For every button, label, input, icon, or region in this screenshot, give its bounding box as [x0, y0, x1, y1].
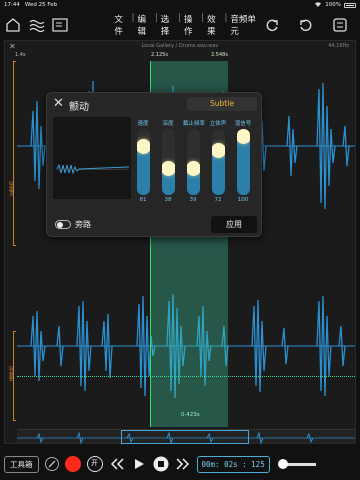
home-icon[interactable] [4, 15, 22, 35]
slider-wet[interactable]: 湿信号 100 [233, 119, 253, 203]
effect-panel: ✕ 颤动 Subtle 速度 81 深度 38 截止频率 39 立体声 72 湿… [46, 92, 262, 237]
effect-title: 颤动 [69, 102, 89, 113]
panel-toggle-icon[interactable] [52, 15, 70, 35]
file-info-bar: ✕ Local Gallery / Drums.wav.wav 44.1KHz [5, 42, 355, 51]
envelope-line [17, 376, 355, 377]
undo-icon[interactable] [296, 15, 316, 35]
menu-effects[interactable]: 效果 [204, 13, 224, 37]
bypass-toggle[interactable] [55, 220, 71, 229]
time-ruler: 1.4s 2.125s 2.548s [5, 52, 355, 60]
slider-knob[interactable] [236, 129, 250, 144]
slider-stereo[interactable]: 立体声 72 [208, 119, 228, 203]
tick-label: 1.4s [15, 52, 26, 58]
tick-label: 2.548s [211, 52, 228, 58]
slider-knob[interactable] [186, 160, 200, 176]
sample-rate: 44.1KHz [328, 43, 349, 49]
fast-forward-icon[interactable] [175, 456, 191, 472]
overview-minimap[interactable] [17, 429, 355, 445]
slider-knob[interactable] [161, 161, 175, 177]
transport-bar: 工具箱 开 00m: 02s : 125 [0, 448, 360, 480]
battery-percent: 100% [325, 2, 341, 8]
toolbox-button[interactable]: 工具箱 [4, 455, 39, 473]
menu-file[interactable]: 文件 [111, 13, 131, 37]
status-bar: 17:44 Wed 25 Feb 100% [0, 0, 360, 10]
slider-speed[interactable]: 速度 81 [133, 119, 153, 203]
effect-panel-header: ✕ 颤动 Subtle [47, 93, 261, 115]
apply-button[interactable]: 应用 [211, 216, 257, 233]
slider-cutoff[interactable]: 截止频率 39 [183, 119, 205, 203]
battery-icon [344, 2, 356, 8]
play-icon[interactable] [131, 456, 147, 472]
track-label-normal: 正常的 [9, 181, 15, 196]
open-button[interactable]: 开 [86, 456, 103, 472]
track-label-selected: 选择的 [9, 366, 15, 381]
parameter-sliders: 速度 81 深度 38 截止频率 39 立体声 72 湿信号 100 [133, 119, 259, 209]
wifi-icon [314, 1, 322, 9]
volume-slider[interactable] [277, 458, 316, 469]
no-entry-icon[interactable] [44, 457, 59, 471]
slider-knob[interactable] [211, 143, 225, 159]
redo-icon[interactable] [262, 15, 282, 35]
settings-icon[interactable] [330, 15, 350, 35]
main-menu: 文件 | 编辑 | 选择 | 操作 | 效果 | 音频单元 [111, 13, 262, 37]
tick-label: 2.125s [151, 52, 168, 58]
app-root: 17:44 Wed 25 Feb 100% 文件 | 编辑 | 选择 | 操作 [0, 0, 360, 480]
menu-select[interactable]: 选择 [158, 13, 178, 37]
slider-depth[interactable]: 深度 38 [158, 119, 178, 203]
selection-length: 0.423s [181, 412, 200, 418]
menu-edit[interactable]: 编辑 [135, 13, 155, 37]
top-toolbar: 文件 | 编辑 | 选择 | 操作 | 效果 | 音频单元 [0, 10, 360, 40]
slider-knob[interactable] [136, 139, 150, 155]
effect-preview-display [53, 117, 131, 199]
minimap-window[interactable] [121, 430, 249, 444]
rewind-icon[interactable] [109, 456, 125, 472]
track-bracket [13, 61, 16, 246]
file-label: Local Gallery / Drums.wav.wav [141, 43, 219, 49]
preset-selector[interactable]: Subtle [187, 97, 257, 111]
preview-waveform [56, 163, 130, 175]
stop-icon[interactable] [153, 456, 169, 472]
status-date: Wed 25 Feb [24, 2, 58, 8]
waveform-view-icon[interactable] [28, 15, 46, 35]
bypass-control[interactable]: 旁路 [55, 219, 91, 230]
menu-operate[interactable]: 操作 [181, 13, 201, 37]
bypass-label: 旁路 [75, 220, 91, 229]
status-time: 17:44 [4, 2, 20, 8]
time-readout: 00m: 02s : 125 [196, 455, 270, 473]
record-button[interactable] [64, 456, 81, 472]
close-icon[interactable]: ✕ [53, 96, 64, 111]
close-file-icon[interactable]: ✕ [9, 42, 16, 51]
menu-audio-unit[interactable]: 音频单元 [227, 13, 262, 37]
